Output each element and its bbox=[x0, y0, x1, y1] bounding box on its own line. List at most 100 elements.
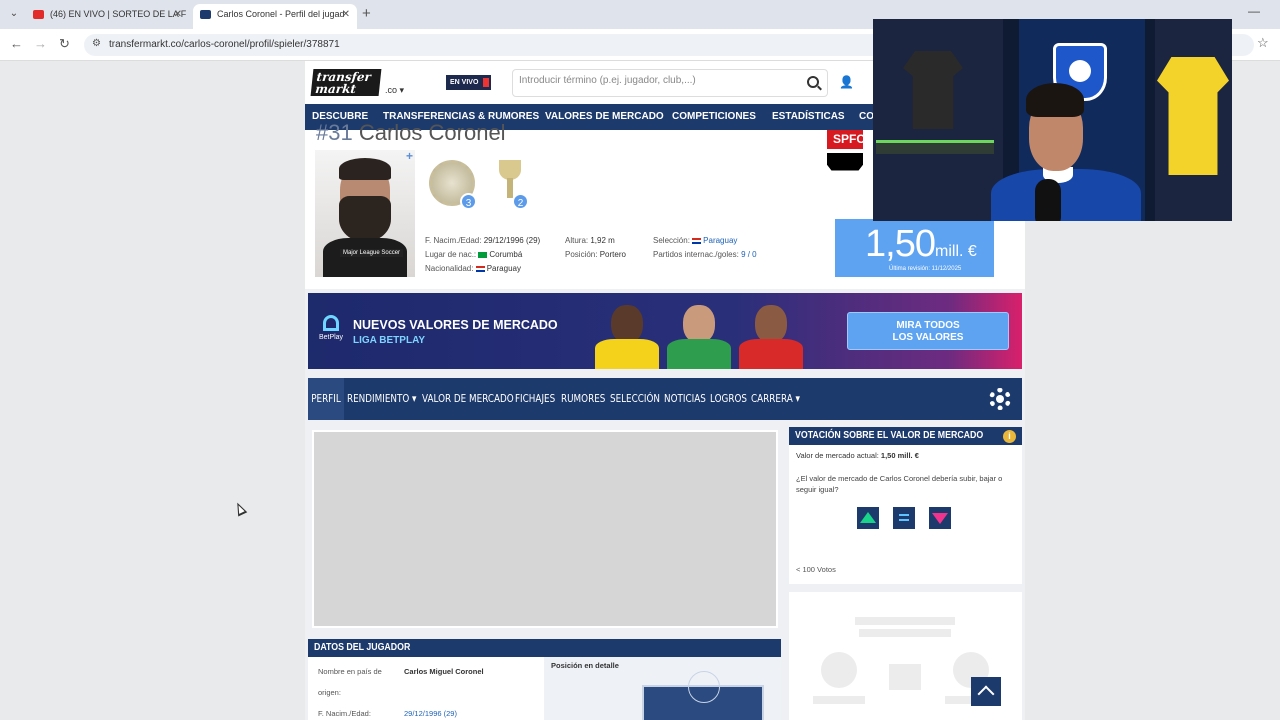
ad-placeholder bbox=[312, 430, 778, 628]
new-tab-icon[interactable]: + bbox=[362, 5, 371, 22]
live-label: EN VIVO bbox=[450, 79, 479, 86]
player-data-card: DATOS DEL JUGADOR Nombre en país de orig… bbox=[308, 639, 781, 720]
skeleton-line bbox=[855, 617, 955, 625]
transfermarkt-icon bbox=[200, 10, 211, 19]
tab-title: (46) EN VIVO | SORTEO DE LA F bbox=[50, 9, 187, 19]
tab-carrera[interactable]: CARRERA ▾ bbox=[751, 378, 800, 420]
banner-subtitle: LIGA BETPLAY bbox=[353, 335, 426, 346]
cup-trophy-icon[interactable]: 2 bbox=[491, 158, 531, 210]
see-all-values-button[interactable]: MIRA TODOS LOS VALORES bbox=[847, 312, 1009, 350]
info-birth: F. Nacim./Edad: 29/12/1996 (29) bbox=[425, 236, 540, 245]
pitch-diagram bbox=[642, 671, 764, 720]
nav-more[interactable]: CO bbox=[859, 104, 874, 130]
player-shirt bbox=[739, 339, 803, 369]
banner-title: NUEVOS VALORES DE MERCADO bbox=[353, 318, 558, 332]
info-position: Posición: Portero bbox=[565, 250, 626, 259]
liga-betplay-banner[interactable]: BetPlay NUEVOS VALORES DE MERCADO LIGA B… bbox=[308, 293, 1022, 369]
tab-rumores[interactable]: RUMORES bbox=[561, 378, 605, 420]
tab-noticias[interactable]: NOTICIAS bbox=[664, 378, 706, 420]
player-name: Carlos Coronel bbox=[358, 120, 506, 145]
button-line-2: LOS VALORES bbox=[892, 332, 964, 343]
label: F. Nacim./Edad: bbox=[425, 236, 482, 245]
market-value: 1,50 bbox=[865, 223, 936, 265]
close-tab-icon[interactable]: ✕ bbox=[342, 4, 350, 25]
photo-caption: Major League Soccer bbox=[340, 249, 404, 257]
betplay-logo: BetPlay bbox=[317, 315, 345, 349]
label: Lugar de nac.: bbox=[425, 250, 477, 259]
search-input[interactable] bbox=[519, 75, 789, 86]
tab-valor-de-mercado[interactable]: VALOR DE MERCADO bbox=[422, 378, 514, 420]
club-crest-logo[interactable]: SPFC bbox=[819, 130, 873, 190]
value: 1,50 mill. € bbox=[880, 451, 919, 460]
info-icon[interactable]: i bbox=[1003, 430, 1016, 443]
vote-equal-button[interactable] bbox=[893, 507, 915, 529]
nav-competiciones[interactable]: COMPETICIONES bbox=[672, 104, 756, 130]
betplay-mark-icon bbox=[323, 315, 339, 331]
value: Corumbá bbox=[489, 250, 523, 259]
browser-tab-youtube[interactable]: (46) EN VIVO | SORTEO DE LA F ✕ bbox=[26, 4, 189, 29]
player-photo[interactable]: + bbox=[315, 150, 415, 277]
market-value-box[interactable]: 1,50 mill. € Última revisión: 11/12/2025 bbox=[835, 219, 994, 277]
youtube-icon bbox=[33, 10, 44, 19]
position-detail-title: Posición en detalle bbox=[551, 661, 619, 670]
tab-rendimiento[interactable]: RENDIMIENTO ▾ bbox=[347, 378, 416, 420]
value: Portero bbox=[599, 250, 626, 259]
banner-players-image bbox=[591, 301, 811, 369]
player-head bbox=[755, 305, 787, 343]
equals-icon bbox=[899, 514, 909, 516]
player-shirt bbox=[667, 339, 731, 369]
vote-down-button[interactable] bbox=[929, 507, 951, 529]
tab-logros[interactable]: LOGROS bbox=[710, 378, 747, 420]
name-label: Nombre en país de bbox=[318, 667, 382, 676]
label: Nacionalidad: bbox=[425, 264, 474, 273]
selection-link[interactable]: Paraguay bbox=[703, 236, 737, 245]
vote-current-value: Valor de mercado actual: 1,50 mill. € bbox=[796, 451, 919, 460]
paraguay-flag-icon bbox=[692, 237, 702, 244]
vote-title: VOTACIÓN SOBRE EL VALOR DE MERCADO bbox=[795, 430, 984, 441]
reload-icon[interactable]: ↻ bbox=[59, 36, 70, 52]
vote-question: ¿El valor de mercado de Carlos Coronel d… bbox=[796, 474, 1003, 494]
skeleton-line bbox=[859, 629, 951, 637]
tab-fichajes[interactable]: FICHAJES bbox=[515, 378, 555, 420]
logo-text-2: markt bbox=[314, 82, 357, 96]
tab-seleccion[interactable]: SELECCIÓN bbox=[610, 378, 660, 420]
info-birthplace: Lugar de nac.: Corumbá bbox=[425, 250, 522, 259]
browser-tab-transfermarkt[interactable]: Carlos Coronel - Perfil del jugad ✕ bbox=[193, 4, 357, 29]
label: Valor de mercado actual: bbox=[796, 451, 879, 460]
back-arrow-icon[interactable]: ← bbox=[10, 36, 23, 51]
close-tab-icon[interactable]: ✕ bbox=[174, 4, 182, 25]
player-head bbox=[683, 305, 715, 343]
streamer-hair bbox=[1026, 83, 1084, 117]
transfermarkt-logo[interactable]: transfer markt bbox=[310, 69, 382, 96]
betplay-logo-text: BetPlay bbox=[318, 334, 344, 341]
nav-estadisticas[interactable]: ESTADÍSTICAS bbox=[772, 104, 845, 130]
user-account-icon[interactable]: 👤 bbox=[839, 75, 854, 89]
tab-search-chevron-icon[interactable]: ⌄ bbox=[6, 6, 22, 22]
expand-photo-icon[interactable]: + bbox=[406, 150, 413, 163]
birth-date-link[interactable]: 29/12/1996 (29) bbox=[404, 709, 457, 718]
gear-icon[interactable] bbox=[989, 388, 1011, 410]
bookmark-star-icon[interactable]: ☆ bbox=[1257, 35, 1269, 51]
skeleton-line bbox=[813, 696, 865, 704]
photo-hair bbox=[339, 158, 391, 180]
last-review: Última revisión: 11/12/2025 bbox=[889, 266, 962, 272]
site-settings-icon[interactable]: ⚙ bbox=[92, 38, 101, 49]
search-icon[interactable] bbox=[807, 76, 819, 88]
intl-stats-link[interactable]: 9 / 0 bbox=[741, 250, 757, 259]
country-selector[interactable]: .co ▾ bbox=[385, 85, 404, 96]
value: 1,92 m bbox=[590, 236, 615, 245]
info-intl: Partidos internac./goles: 9 / 0 bbox=[653, 250, 757, 259]
nav-valores[interactable]: VALORES DE MERCADO bbox=[545, 104, 664, 130]
photo-body bbox=[323, 238, 407, 277]
tab-perfil[interactable]: PERFIL bbox=[308, 378, 344, 420]
forward-arrow-icon[interactable]: → bbox=[34, 36, 47, 51]
button-line-1: MIRA TODOS bbox=[896, 320, 960, 331]
label: Selección: bbox=[653, 236, 690, 245]
minimize-window-icon[interactable]: — bbox=[1248, 4, 1260, 18]
league-trophy-icon[interactable]: 3 bbox=[427, 158, 479, 210]
crest-text: SPFC bbox=[833, 132, 866, 146]
scroll-to-top-button[interactable] bbox=[971, 677, 1001, 706]
live-button[interactable]: EN VIVO bbox=[446, 75, 491, 90]
vote-up-button[interactable] bbox=[857, 507, 879, 529]
player-data-header: DATOS DEL JUGADOR bbox=[308, 639, 781, 657]
